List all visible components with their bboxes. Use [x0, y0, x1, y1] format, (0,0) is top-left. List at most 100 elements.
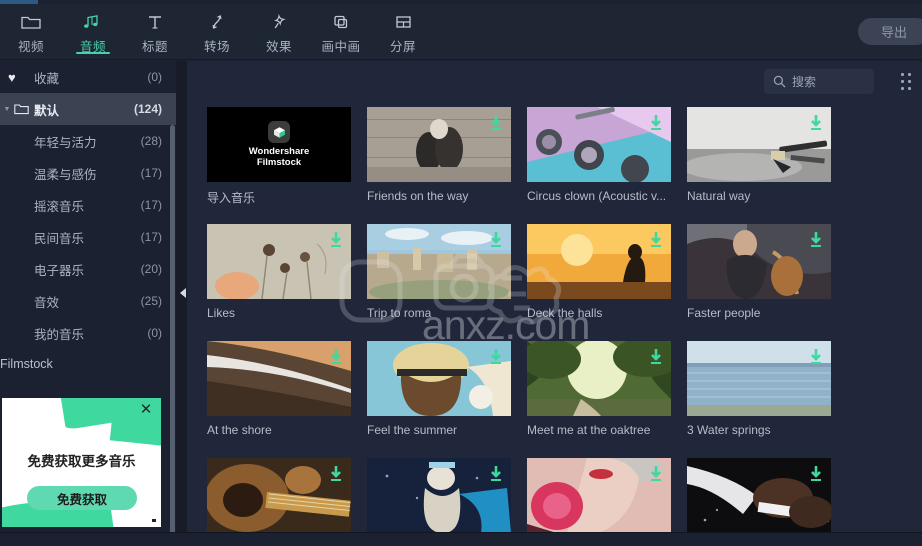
media-caption: At the shore — [207, 423, 272, 437]
media-tile[interactable]: Feel the summer — [367, 341, 511, 437]
sidebar-item-electronic[interactable]: 电子器乐 (20) — [0, 253, 176, 285]
import-music-tile[interactable]: Wondershare Filmstock 导入音乐 — [207, 107, 351, 206]
sidebar-item-young-energy-label: 年轻与活力 — [34, 135, 97, 150]
tab-splitscreen-label: 分屏 — [389, 40, 416, 54]
download-arrow-icon[interactable] — [329, 348, 343, 365]
search-input[interactable]: 搜索 — [764, 69, 874, 94]
filmstock-branding-thumbnail: Wondershare Filmstock — [207, 107, 351, 182]
download-arrow-icon[interactable] — [489, 231, 503, 248]
download-arrow-icon[interactable] — [329, 465, 343, 482]
sidebar-item-favorites[interactable]: ♥ 收藏 (0) — [0, 61, 176, 93]
media-thumbnail — [687, 341, 831, 416]
download-arrow-icon[interactable] — [489, 348, 503, 365]
download-arrow-icon[interactable] — [649, 231, 663, 248]
sidebar-item-folk[interactable]: 民间音乐 (17) — [0, 221, 176, 253]
media-thumbnail — [527, 341, 671, 416]
media-tile[interactable] — [527, 458, 671, 533]
sidebar-scrollbar[interactable] — [170, 125, 175, 532]
import-music-caption: 导入音乐 — [207, 191, 256, 205]
media-thumbnail — [527, 224, 671, 299]
download-arrow-icon[interactable] — [809, 114, 823, 131]
download-arrow-icon[interactable] — [649, 465, 663, 482]
tab-video-label: 视频 — [17, 40, 44, 54]
tab-transition[interactable]: 转场 — [186, 4, 248, 60]
media-caption: Faster people — [687, 306, 761, 320]
media-caption: Deck the halls — [527, 306, 603, 320]
export-button[interactable]: 导出 — [858, 18, 922, 45]
tab-pip[interactable]: 画中画 — [310, 4, 372, 60]
media-tile[interactable] — [207, 458, 351, 533]
media-tile[interactable]: Faster people — [687, 224, 831, 320]
media-thumbnail — [687, 458, 831, 533]
media-tile[interactable]: Friends on the way — [367, 107, 511, 203]
filmora-window: 视频 音频 标题 转场 效果 画中画 分屏 导出 ♥ 收藏 (0) ▼ 默认 (… — [0, 0, 922, 546]
close-icon[interactable]: ✕ — [139, 402, 153, 417]
filmstock-promo-card[interactable]: ✕ 免费获取更多音乐 免费获取 — [2, 398, 161, 527]
download-arrow-icon[interactable] — [809, 231, 823, 248]
download-arrow-icon[interactable] — [809, 348, 823, 365]
filmstock-brand-line1: Wondershare — [248, 146, 310, 157]
text-title-icon — [145, 12, 165, 32]
sidebar-item-gentle-sentimental[interactable]: 温柔与感伤 (17) — [0, 157, 176, 189]
tab-title-label: 标题 — [141, 40, 168, 54]
sidebar-item-gentle-sentimental-label: 温柔与感伤 — [34, 167, 97, 182]
sidebar-item-filmstock[interactable]: Filmstock — [0, 349, 176, 379]
sidebar-item-my-music[interactable]: 我的音乐 (0) — [0, 317, 176, 349]
split-screen-icon — [393, 12, 413, 32]
sidebar-item-electronic-label: 电子器乐 — [34, 263, 85, 278]
main-toolbar: 视频 音频 标题 转场 效果 画中画 分屏 导出 — [0, 4, 922, 60]
media-tile[interactable] — [687, 458, 831, 533]
tab-title[interactable]: 标题 — [124, 4, 186, 60]
content-header: 搜索 — [187, 61, 922, 103]
promo-dot-decoration — [152, 519, 156, 522]
download-arrow-icon[interactable] — [649, 348, 663, 365]
download-arrow-icon[interactable] — [809, 465, 823, 482]
media-thumbnail — [207, 224, 351, 299]
download-arrow-icon[interactable] — [649, 114, 663, 131]
picture-in-picture-icon — [331, 12, 351, 32]
media-tile[interactable]: Likes — [207, 224, 351, 320]
sidebar-item-sound-effects[interactable]: 音效 (25) — [0, 285, 176, 317]
media-tile[interactable] — [367, 458, 511, 533]
media-tile[interactable]: Natural way — [687, 107, 831, 203]
media-tile[interactable]: Meet me at the oaktree — [527, 341, 671, 437]
chevron-left-icon — [180, 288, 186, 298]
media-thumbnail — [367, 458, 511, 533]
download-arrow-icon[interactable] — [329, 231, 343, 248]
category-sidebar: ♥ 收藏 (0) ▼ 默认 (124) 年轻与活力 (28) 温柔与感伤 (17… — [0, 61, 176, 532]
media-tile[interactable]: At the shore — [207, 341, 351, 437]
media-tabs: 视频 音频 标题 转场 效果 画中画 分屏 — [0, 4, 434, 60]
tab-pip-label: 画中画 — [321, 40, 361, 54]
media-thumbnail — [527, 458, 671, 533]
folder-icon — [14, 103, 34, 115]
media-thumbnail — [367, 224, 511, 299]
media-caption: 3 Water springs — [687, 423, 771, 437]
media-browser: 搜索 Wondershare Filmstock 导入音乐 Friends on… — [187, 61, 922, 533]
chevron-down-icon[interactable]: ▼ — [0, 106, 14, 113]
media-caption: Meet me at the oaktree — [527, 423, 651, 437]
sidebar-item-default[interactable]: ▼ 默认 (124) — [0, 93, 176, 125]
media-thumbnail — [367, 341, 511, 416]
tab-audio[interactable]: 音频 — [62, 4, 124, 60]
heart-icon: ♥ — [8, 69, 16, 85]
media-tile[interactable]: Circus clown (Acoustic v... — [527, 107, 671, 203]
media-thumbnail — [687, 224, 831, 299]
sidebar-item-rock[interactable]: 摇滚音乐 (17) — [0, 189, 176, 221]
media-thumbnail — [207, 458, 351, 533]
transition-arrows-icon — [207, 12, 227, 32]
tab-splitscreen[interactable]: 分屏 — [372, 4, 434, 60]
media-tile[interactable]: Trip to roma — [367, 224, 511, 320]
tab-video[interactable]: 视频 — [0, 4, 62, 60]
download-arrow-icon[interactable] — [489, 114, 503, 131]
sidebar-item-my-music-label: 我的音乐 — [34, 327, 85, 342]
tab-effects[interactable]: 效果 — [248, 4, 310, 60]
download-arrow-icon[interactable] — [489, 465, 503, 482]
media-tile[interactable]: Deck the halls — [527, 224, 671, 320]
sidebar-item-young-energy[interactable]: 年轻与活力 (28) — [0, 125, 176, 157]
promo-get-free-button[interactable]: 免费获取 — [27, 486, 137, 510]
media-tile[interactable]: 3 Water springs — [687, 341, 831, 437]
active-tab-underline — [76, 52, 110, 54]
sidebar-item-sound-effects-label: 音效 — [34, 295, 60, 310]
grid-dots-icon[interactable] — [898, 72, 914, 92]
media-thumbnail — [527, 107, 671, 182]
